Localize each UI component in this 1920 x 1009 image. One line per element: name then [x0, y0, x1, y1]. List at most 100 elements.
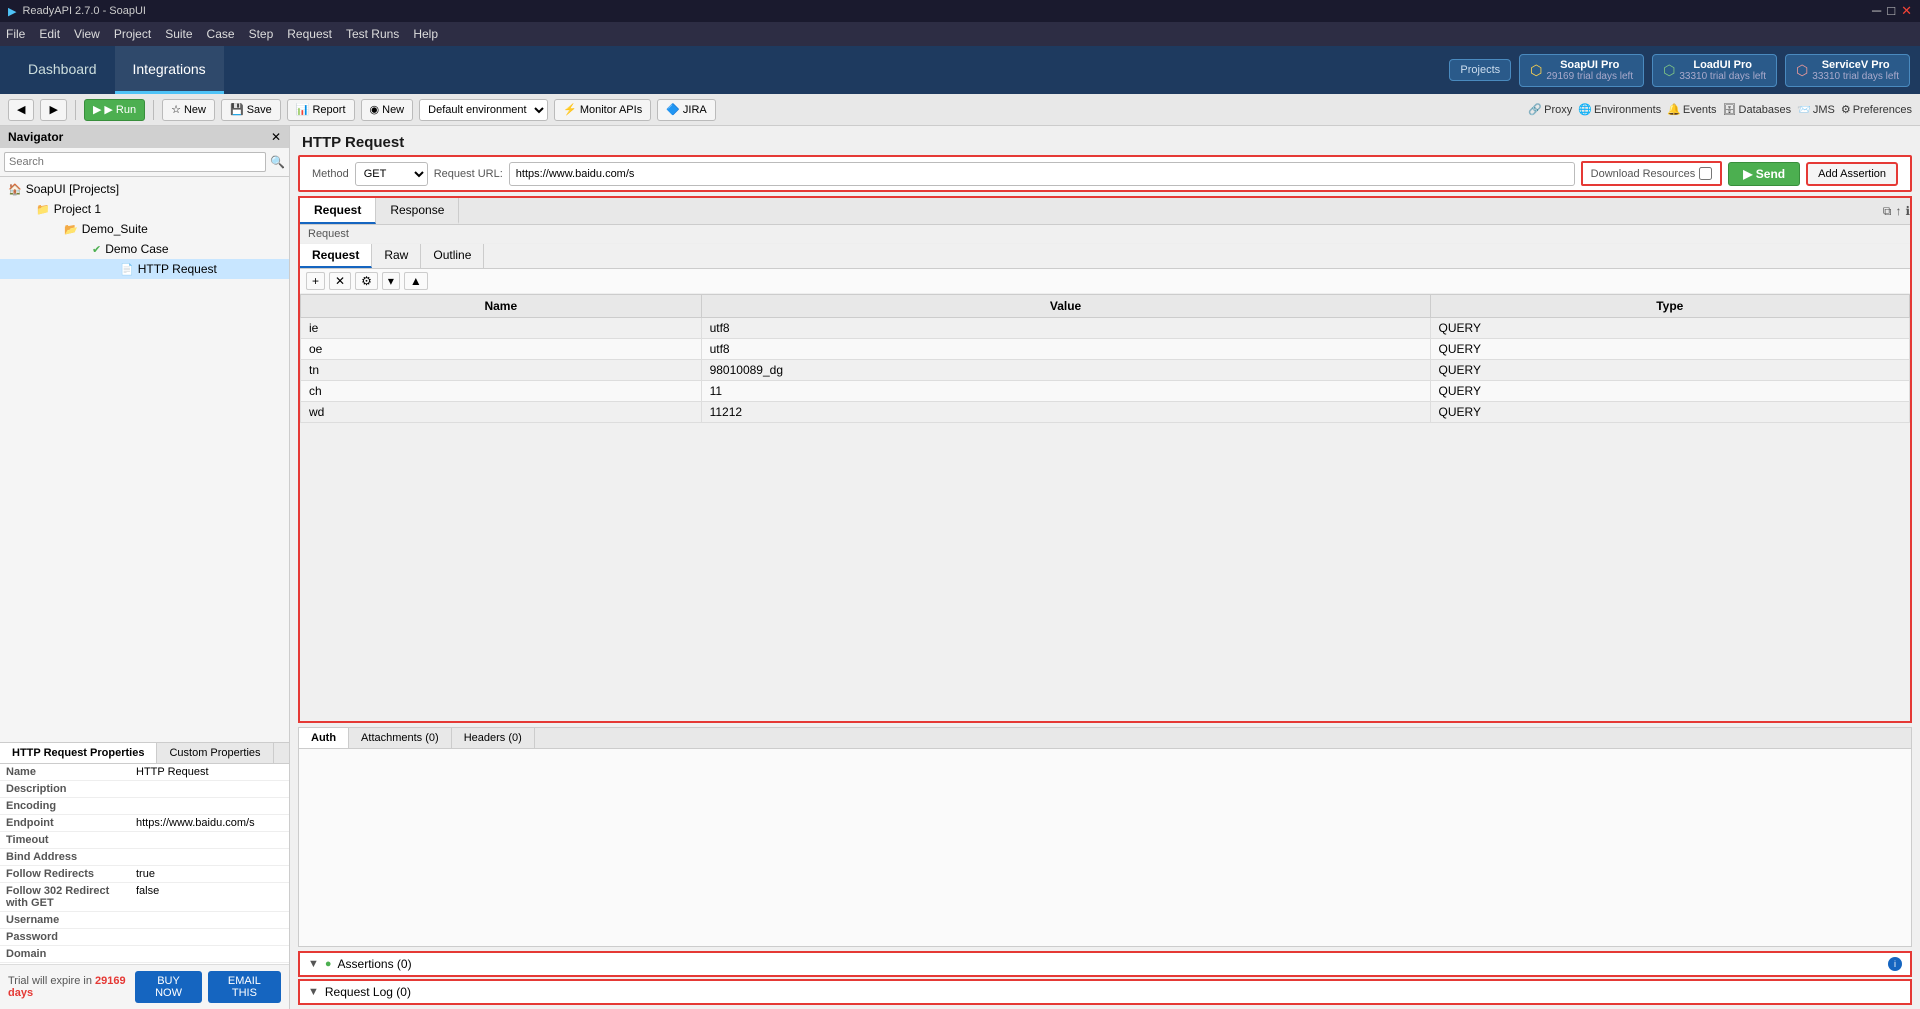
jira-btn[interactable]: 🔷 JIRA	[657, 99, 716, 121]
assertions-label: Assertions (0)	[338, 957, 412, 971]
monitor-apis-btn[interactable]: ⚡ Monitor APIs	[554, 99, 651, 121]
events-btn[interactable]: 🔔 Events	[1667, 103, 1716, 116]
navigator-panel: Navigator ✕ 🔍 🏠 SoapUI [Projects] 📁 Proj…	[0, 126, 290, 1009]
projects-btn[interactable]: Projects	[1449, 59, 1511, 81]
nav-close-btn[interactable]: ✕	[271, 130, 281, 144]
new2-icon: ◉	[370, 103, 380, 116]
tab-request[interactable]: Request	[300, 198, 376, 224]
back-btn[interactable]: ◀	[8, 99, 34, 121]
jms-btn[interactable]: 📨 JMS	[1797, 103, 1835, 116]
databases-btn[interactable]: 🗄 Databases	[1723, 103, 1792, 116]
menu-edit[interactable]: Edit	[39, 27, 60, 41]
prop-tab-custom[interactable]: Custom Properties	[157, 743, 273, 763]
inner-tab-raw[interactable]: Raw	[372, 244, 421, 268]
assertions-toggle[interactable]: ▼	[308, 958, 319, 970]
send-label: Send	[1756, 167, 1785, 181]
report-btn[interactable]: 📊 Report	[287, 99, 355, 121]
menu-request[interactable]: Request	[287, 27, 332, 41]
run-btn[interactable]: ▶ ▶ Run	[84, 99, 145, 121]
download-resources-checkbox[interactable]	[1699, 167, 1712, 180]
tree-item-soapui[interactable]: 🏠 SoapUI [Projects]	[0, 179, 289, 199]
tree-item-http-request[interactable]: 📄 HTTP Request	[0, 259, 289, 279]
download-resources-label: Download Resources	[1591, 168, 1696, 180]
move-up-btn[interactable]: ▲	[404, 272, 428, 290]
jira-label: JIRA	[683, 104, 707, 116]
tab-dashboard[interactable]: Dashboard	[10, 46, 115, 94]
config-param-btn[interactable]: ⚙	[355, 272, 378, 290]
inner-tab-request[interactable]: Request	[300, 244, 372, 268]
servicev-pro-btn[interactable]: ⬡ ServiceV Pro 33310 trial days left	[1785, 54, 1910, 87]
maximize-content-btn[interactable]: ↑	[1895, 204, 1901, 218]
preferences-btn[interactable]: ⚙ Preferences	[1841, 103, 1912, 116]
menu-case[interactable]: Case	[207, 27, 235, 41]
http-request-title: HTTP Request	[290, 126, 1920, 155]
run-label: ▶ Run	[104, 103, 136, 116]
menu-file[interactable]: File	[6, 27, 25, 41]
bottom-tabs: Auth Attachments (0) Headers (0)	[299, 728, 1911, 749]
loadui-pro-btn[interactable]: ⬡ LoadUI Pro 33310 trial days left	[1652, 54, 1777, 87]
search-input[interactable]	[4, 152, 266, 172]
forward-btn[interactable]: ▶	[40, 99, 66, 121]
tab-integrations[interactable]: Integrations	[115, 46, 224, 94]
save-label: Save	[247, 104, 272, 116]
minimize-btn[interactable]: ─	[1872, 3, 1881, 19]
params-table-container[interactable]: Name Value Type ieutf8QUERYoeutf8QUERYtn…	[300, 294, 1910, 721]
menu-step[interactable]: Step	[249, 27, 274, 41]
prop-val-description	[130, 781, 289, 798]
send-btn[interactable]: ▶ Send	[1728, 162, 1800, 186]
loadui-icon: ⬡	[1663, 62, 1675, 79]
add-assertion-btn[interactable]: Add Assertion	[1806, 162, 1898, 186]
inner-tab-outline[interactable]: Outline	[421, 244, 484, 268]
bottom-tab-headers[interactable]: Headers (0)	[452, 728, 535, 748]
prop-key-username: Username	[0, 912, 130, 929]
info-content-btn[interactable]: ℹ	[1905, 204, 1910, 218]
assertions-info-icon[interactable]: i	[1888, 957, 1902, 971]
prop-key-password: Password	[0, 929, 130, 946]
title-bar-controls[interactable]: ─ □ ✕	[1872, 3, 1912, 19]
properties-panel: HTTP Request Properties Custom Propertie…	[0, 742, 289, 964]
add-param-btn[interactable]: +	[306, 272, 325, 290]
demo-suite-icon: 📂	[64, 223, 78, 236]
url-bar: Method GET POST PUT DELETE Request URL: …	[298, 155, 1912, 192]
tree-item-project1[interactable]: 📁 Project 1	[0, 199, 289, 219]
close-btn[interactable]: ✕	[1901, 3, 1912, 19]
menu-view[interactable]: View	[74, 27, 100, 41]
menu-suite[interactable]: Suite	[165, 27, 192, 41]
tree-label-demo-suite: Demo_Suite	[82, 222, 148, 236]
method-select[interactable]: GET POST PUT DELETE	[355, 162, 428, 186]
menu-test-runs[interactable]: Test Runs	[346, 27, 399, 41]
tree-item-demo-case[interactable]: ✔ Demo Case	[0, 239, 289, 259]
menu-help[interactable]: Help	[413, 27, 438, 41]
url-input[interactable]	[509, 162, 1575, 186]
projects-label: Projects	[1460, 64, 1500, 76]
new-btn[interactable]: ☆ New	[162, 99, 215, 121]
save-btn[interactable]: 💾 Save	[221, 99, 281, 121]
download-resources-section: Download Resources	[1581, 161, 1723, 186]
maximize-btn[interactable]: □	[1887, 3, 1895, 19]
prop-row-password: Password	[0, 929, 289, 946]
menu-project[interactable]: Project	[114, 27, 151, 41]
dropdown-param-btn[interactable]: ▾	[382, 272, 400, 290]
request-log-toggle[interactable]: ▼	[308, 986, 319, 998]
prop-scroll[interactable]: Name HTTP Request Description Encoding	[0, 764, 289, 964]
servicev-trial: 33310 trial days left	[1812, 71, 1899, 82]
nav-products: Projects ⬡ SoapUI Pro 29169 trial days l…	[1449, 54, 1910, 87]
soapui-pro-btn[interactable]: ⬡ SoapUI Pro 29169 trial days left	[1519, 54, 1644, 87]
param-row: ch11QUERY	[301, 381, 1910, 402]
prop-tab-http[interactable]: HTTP Request Properties	[0, 743, 157, 763]
tab-response[interactable]: Response	[376, 198, 459, 224]
prop-key-follow302: Follow 302 Redirect with GET	[0, 883, 130, 912]
proxy-btn[interactable]: 🔗 Proxy	[1528, 103, 1572, 116]
environments-btn[interactable]: 🌐 Environments	[1578, 103, 1661, 116]
bottom-tab-attachments[interactable]: Attachments (0)	[349, 728, 452, 748]
bottom-tab-auth[interactable]: Auth	[299, 728, 349, 748]
email-this-btn[interactable]: EMAIL THIS	[208, 971, 281, 1003]
main-area: Navigator ✕ 🔍 🏠 SoapUI [Projects] 📁 Proj…	[0, 126, 1920, 1009]
tree-item-demo-suite[interactable]: 📂 Demo_Suite	[0, 219, 289, 239]
detach-btn[interactable]: ⧉	[1883, 204, 1892, 219]
param-cell-type: QUERY	[1430, 360, 1909, 381]
remove-param-btn[interactable]: ✕	[329, 272, 351, 290]
buy-now-btn[interactable]: BUY NOW	[135, 971, 202, 1003]
env-select[interactable]: Default environment	[419, 99, 548, 121]
new2-btn[interactable]: ◉ New	[361, 99, 414, 121]
